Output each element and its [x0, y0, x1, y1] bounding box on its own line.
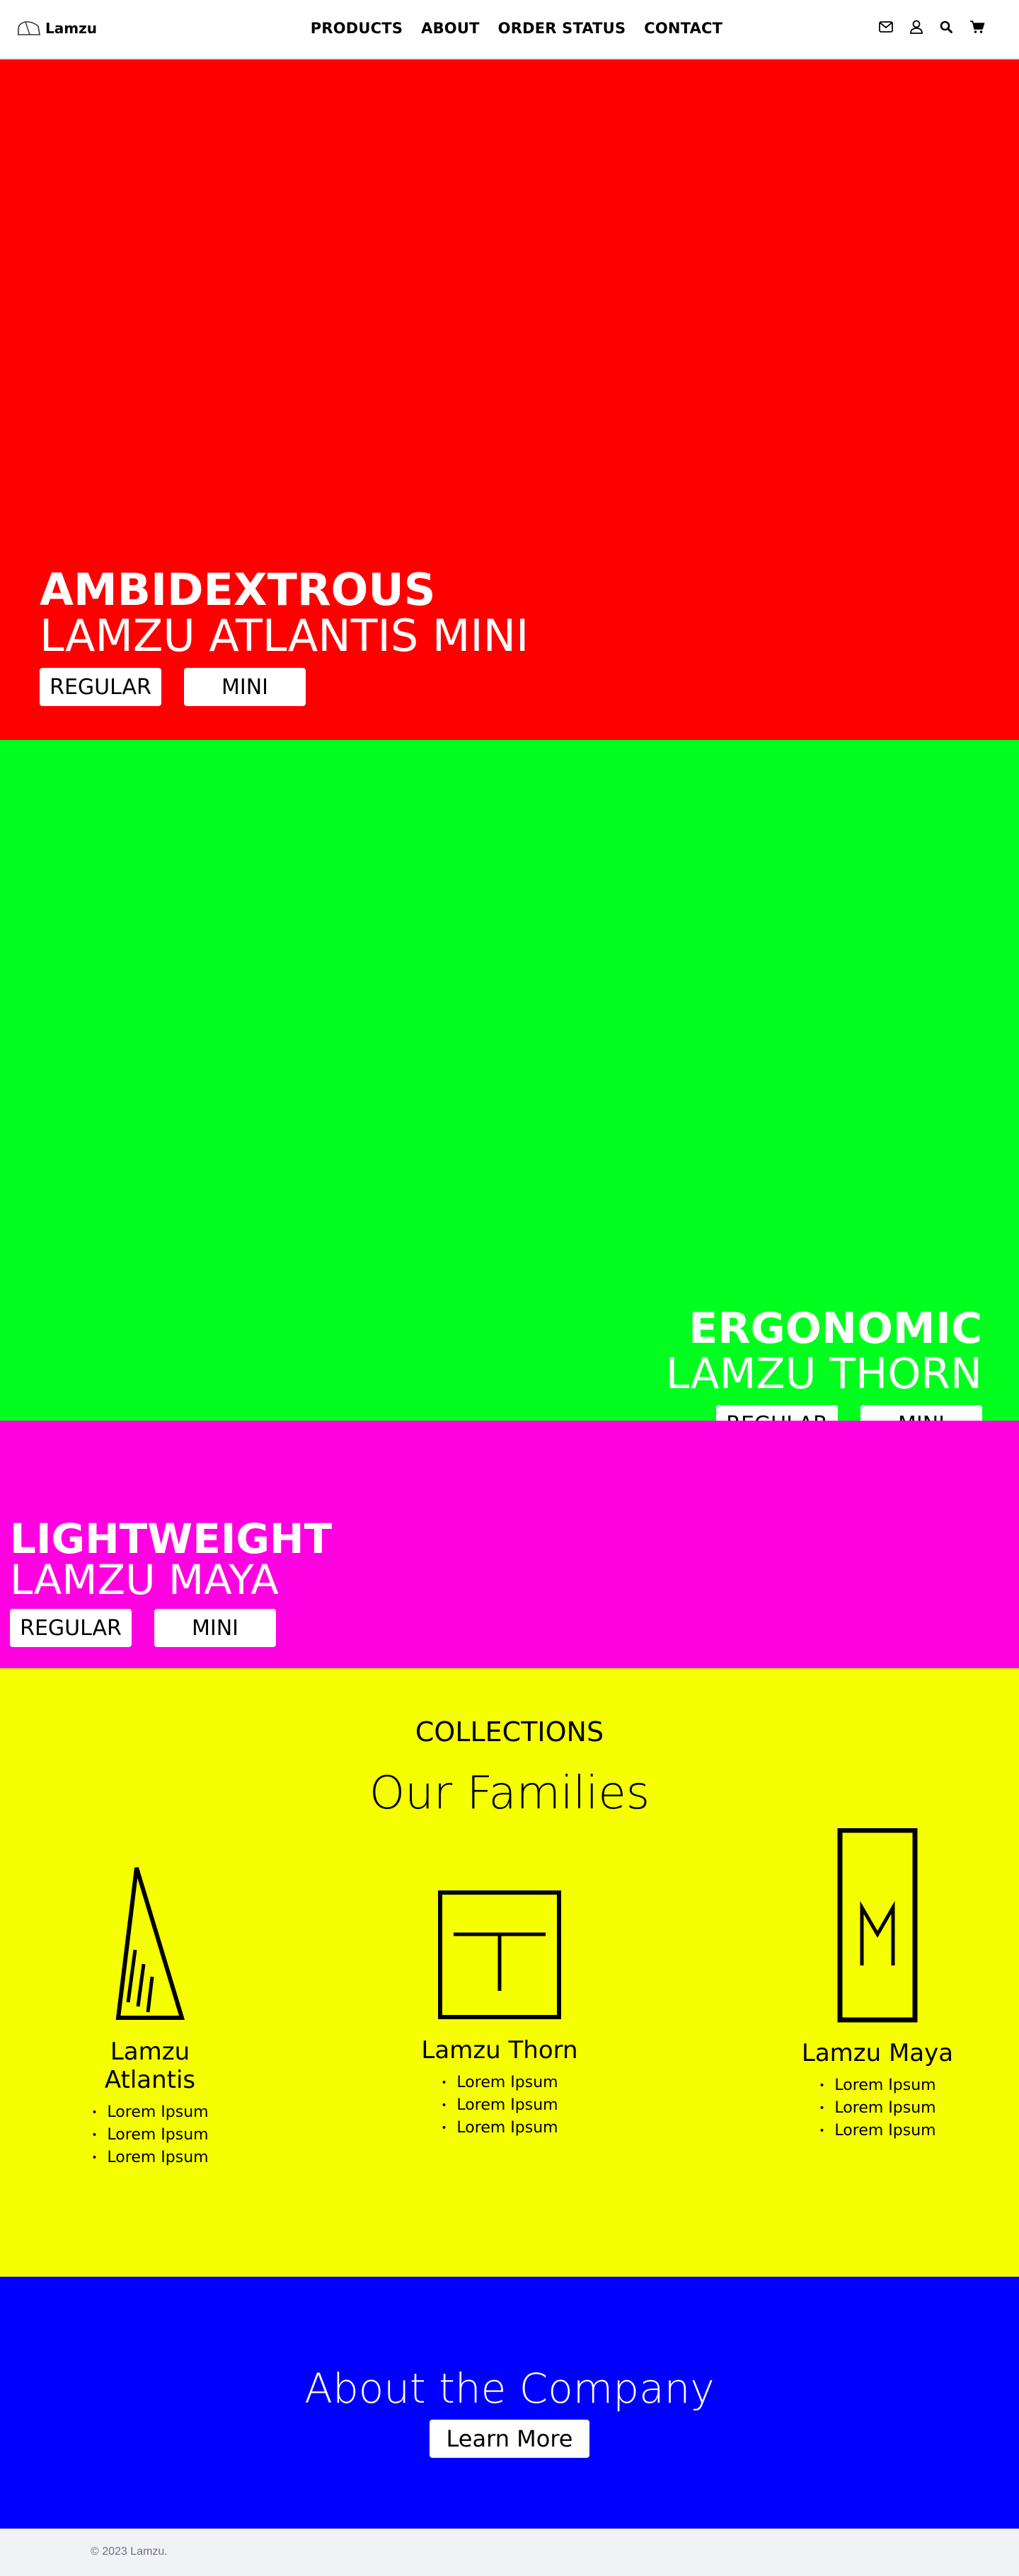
maya-logo-icon: [837, 1828, 918, 2023]
nav-icon-group: [879, 20, 985, 34]
mini-button[interactable]: MINI: [154, 1609, 276, 1647]
learn-more-button[interactable]: Learn More: [430, 2420, 589, 2458]
main-menu: PRODUCTS ABOUT ORDER STATUS CONTACT: [0, 20, 1019, 37]
mini-button[interactable]: MINI: [184, 668, 306, 706]
cart-icon[interactable]: [969, 20, 985, 34]
hero-text-block: AMBIDEXTROUS LAMZU ATLANTIS MINI REGULAR…: [40, 567, 529, 706]
search-icon[interactable]: [940, 21, 952, 33]
copyright-text: © 2023 Lamzu.: [91, 2546, 168, 2558]
top-navbar: Lamzu PRODUCTS ABOUT ORDER STATUS CONTAC…: [0, 0, 1019, 59]
list-item: Lorem Ipsum: [441, 2117, 558, 2139]
user-icon[interactable]: [910, 20, 923, 34]
family-card-thorn[interactable]: Lamzu Thorn Lorem Ipsum Lorem Ipsum Lore…: [418, 1890, 582, 2139]
hero-button-row: REGULAR MINI: [10, 1609, 332, 1647]
collections-title: Our Families: [369, 1767, 650, 1820]
hero-button-row: REGULAR MINI: [40, 668, 529, 706]
hero-tagline: LIGHTWEIGHT: [10, 1515, 333, 1563]
regular-button[interactable]: REGULAR: [40, 668, 161, 706]
hero-tagline: ERGONOMIC: [689, 1304, 982, 1353]
list-item: Lorem Ipsum: [91, 2124, 208, 2147]
family-feature-list: Lorem Ipsum Lorem Ipsum Lorem Ipsum: [91, 2101, 208, 2169]
nav-link-about[interactable]: ABOUT: [421, 20, 480, 37]
thorn-logo-icon: [438, 1890, 561, 2019]
list-item: Lorem Ipsum: [819, 2074, 935, 2097]
hero-tagline: AMBIDEXTROUS: [40, 564, 436, 616]
footer: © 2023 Lamzu.: [0, 2529, 1019, 2576]
list-item: Lorem Ipsum: [819, 2120, 935, 2142]
list-item: Lorem Ipsum: [91, 2101, 208, 2124]
mail-icon[interactable]: [879, 21, 893, 33]
family-name: Lamzu Thorn: [421, 2036, 578, 2064]
family-name: Lamzu Atlantis: [104, 2038, 196, 2094]
family-name: Lamzu Maya: [801, 2039, 954, 2067]
family-card-atlantis[interactable]: Lamzu Atlantis Lorem Ipsum Lorem Ipsum L…: [68, 1866, 232, 2169]
about-title: About the Company: [304, 2364, 715, 2413]
hero-product-name: LAMZU THORN: [665, 1349, 982, 1399]
hero-ambidextrous: AMBIDEXTROUS LAMZU ATLANTIS MINI REGULAR…: [0, 59, 1019, 740]
hero-product-name: LAMZU ATLANTIS MINI: [40, 610, 529, 662]
about-section: About the Company Learn More: [0, 2277, 1019, 2529]
collections-kicker: COLLECTIONS: [415, 1716, 604, 1748]
family-card-maya[interactable]: Lamzu Maya Lorem Ipsum Lorem Ipsum Lorem…: [795, 1828, 960, 2142]
list-item: Lorem Ipsum: [91, 2147, 208, 2169]
family-feature-list: Lorem Ipsum Lorem Ipsum Lorem Ipsum: [441, 2072, 558, 2139]
nav-link-products[interactable]: PRODUCTS: [311, 20, 403, 37]
nav-link-order-status[interactable]: ORDER STATUS: [498, 20, 626, 37]
nav-link-contact[interactable]: CONTACT: [644, 20, 722, 37]
hero-product-name: LAMZU MAYA: [10, 1556, 279, 1604]
family-feature-list: Lorem Ipsum Lorem Ipsum Lorem Ipsum: [819, 2074, 935, 2142]
hero-text-block: LIGHTWEIGHT LAMZU MAYA REGULAR MINI: [10, 1518, 332, 1647]
list-item: Lorem Ipsum: [441, 2072, 558, 2094]
atlantis-logo-icon: [115, 1867, 185, 2020]
regular-button[interactable]: REGULAR: [10, 1609, 132, 1647]
hero-ergonomic: ERGONOMIC LAMZU THORN REGULAR MINI: [0, 740, 1019, 1443]
list-item: Lorem Ipsum: [819, 2097, 935, 2120]
hero-lightweight: LIGHTWEIGHT LAMZU MAYA REGULAR MINI: [0, 1421, 1019, 1668]
collections-section: COLLECTIONS Our Families Lamzu Atlantis …: [0, 1668, 1019, 2277]
list-item: Lorem Ipsum: [441, 2094, 558, 2117]
